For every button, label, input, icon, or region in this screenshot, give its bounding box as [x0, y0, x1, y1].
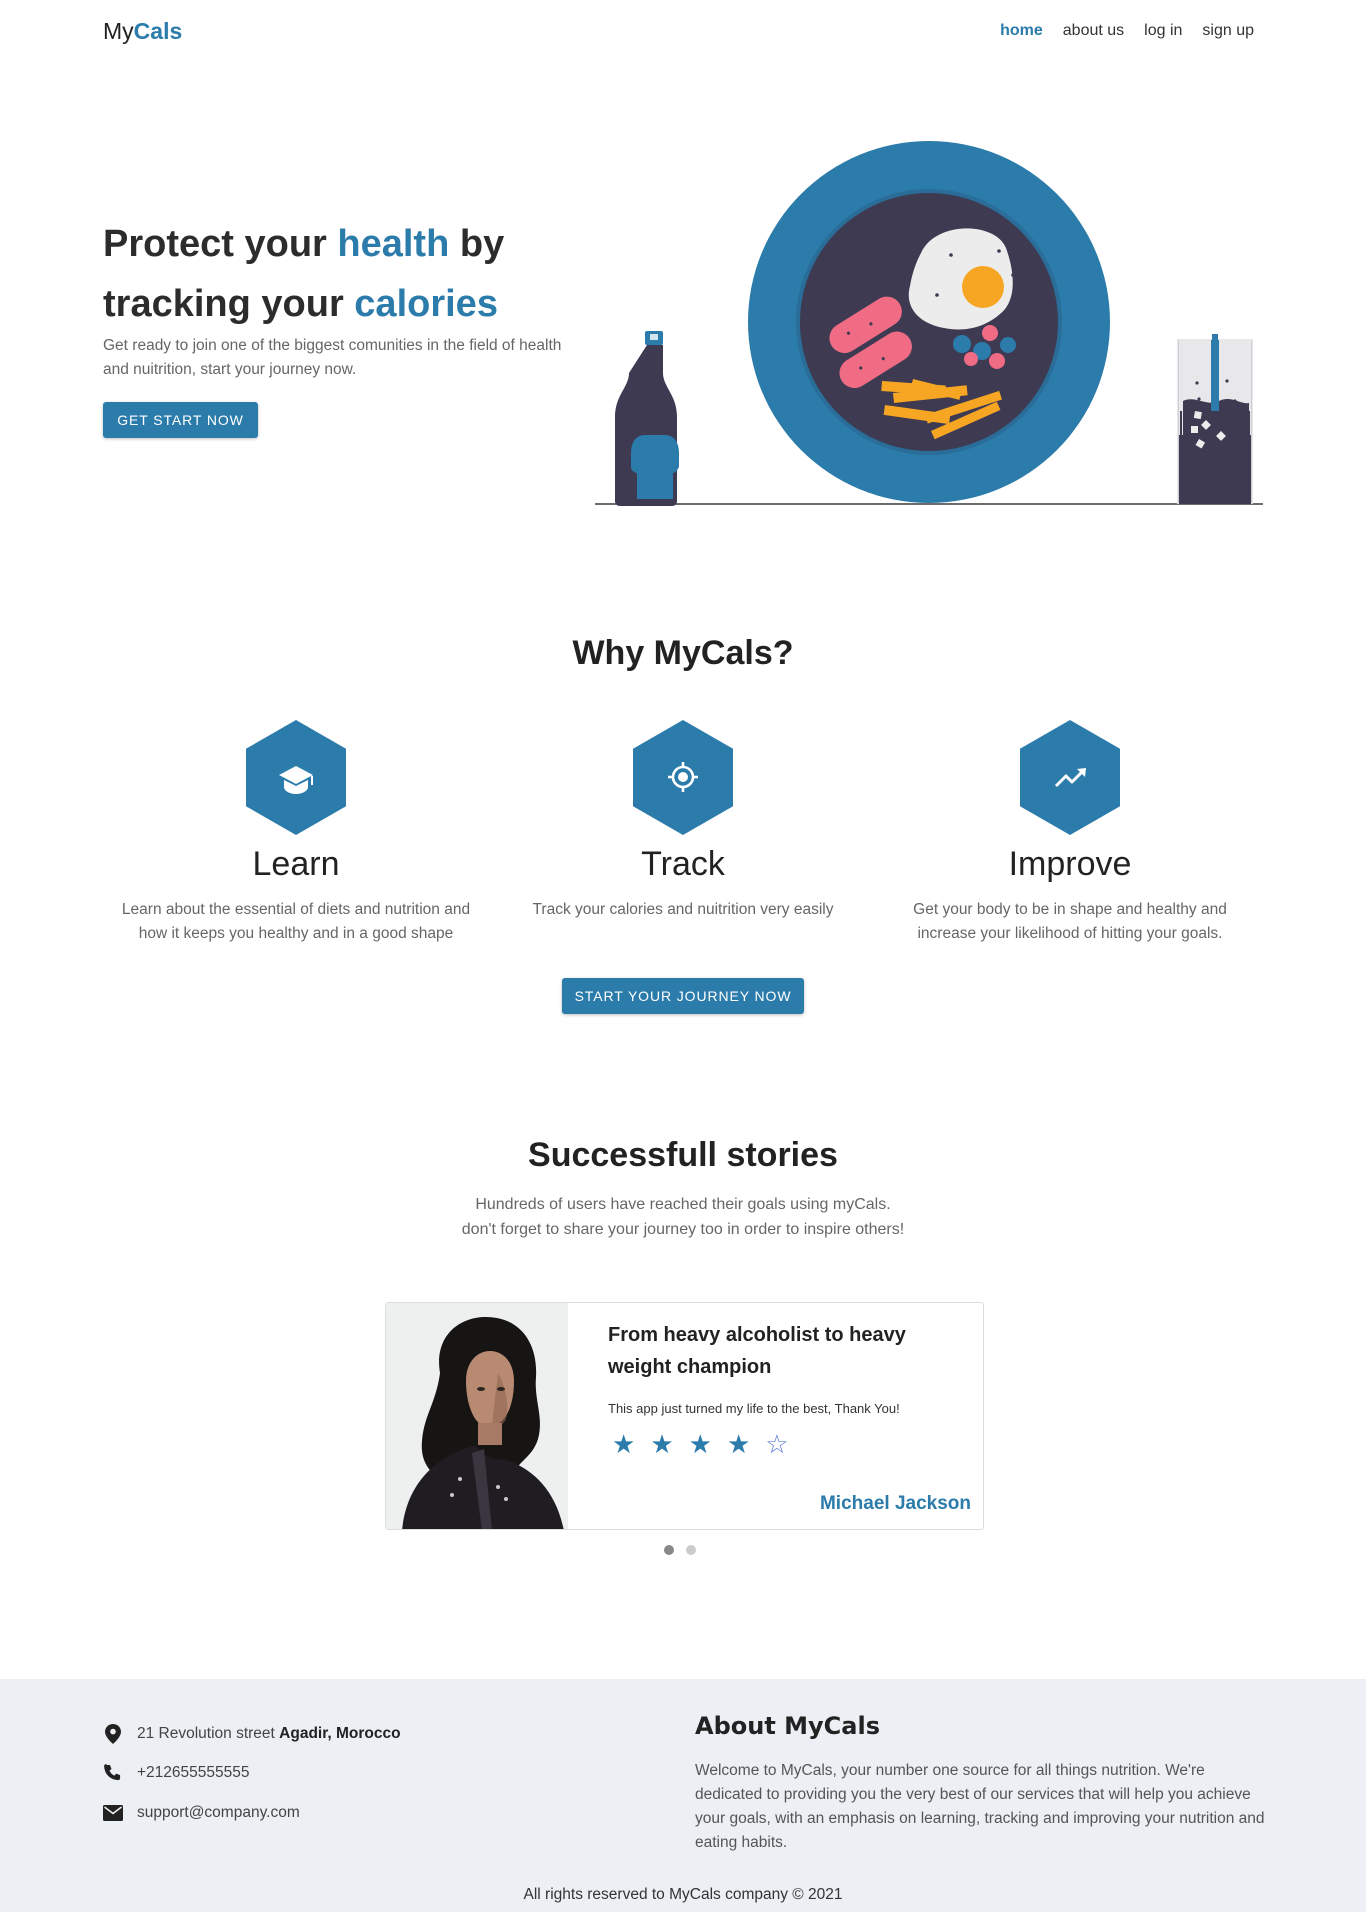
carousel-dot-2[interactable]	[686, 1545, 696, 1555]
why-title: Why MyCals?	[572, 634, 794, 672]
contact-email: support@company.com	[103, 1804, 300, 1822]
story-card[interactable]: From heavy alcoholist to heavy weight ch…	[385, 1302, 984, 1530]
graduation-cap-icon	[246, 720, 346, 835]
copyright: All rights reserved to MyCals company © …	[523, 1886, 843, 1903]
carousel-dot-1[interactable]	[664, 1545, 674, 1555]
hero-title: Protect your health by tracking your cal…	[103, 223, 505, 325]
food-illustration	[595, 141, 1263, 506]
star-filled-icon: ★	[650, 1429, 674, 1459]
phone-icon	[104, 1764, 121, 1781]
address-text: 21 Revolution street	[137, 1725, 280, 1742]
logo-accent: Cals	[133, 18, 183, 44]
hero-subtitle: Get ready to join one of the biggest com…	[103, 337, 562, 378]
crosshair-icon	[633, 720, 733, 835]
get-start-button[interactable]: GET START NOW	[103, 402, 258, 438]
feature-track: Track Track your calories and nuitrition…	[493, 720, 873, 922]
glass-illustration	[1177, 334, 1253, 504]
star-rating: ★ ★ ★ ★ ☆	[612, 1429, 789, 1460]
feature-learn: Learn Learn about the essential of diets…	[106, 720, 486, 946]
start-journey-button[interactable]: START YOUR JOURNEY NOW	[562, 978, 804, 1014]
feature-track-desc: Track your calories and nuitrition very …	[532, 901, 834, 918]
star-filled-icon: ★	[688, 1429, 712, 1459]
phone-number[interactable]: +212655555555	[137, 1764, 250, 1782]
feature-learn-title: Learn	[252, 845, 340, 883]
address-city: Agadir, Morocco	[279, 1725, 401, 1742]
logo-prefix: My	[103, 18, 134, 44]
logo[interactable]: MyCals	[103, 18, 182, 45]
feature-track-title: Track	[641, 845, 725, 883]
star-filled-icon: ★	[612, 1429, 636, 1459]
contact-address: 21 Revolution street Agadir, Morocco	[103, 1723, 401, 1745]
footer: 21 Revolution street Agadir, Morocco +21…	[0, 1679, 1366, 1912]
main-nav: home about us log in sign up	[1000, 22, 1254, 40]
star-empty-icon: ☆	[765, 1429, 789, 1459]
about-title: About MyCals	[695, 1712, 881, 1740]
about-text: Welcome to MyCals, your number one sourc…	[695, 1762, 1265, 1851]
stories-subtitle: Hundreds of users have reached their goa…	[461, 1196, 905, 1238]
email-address[interactable]: support@company.com	[137, 1804, 300, 1822]
email-icon	[103, 1805, 123, 1821]
feature-improve-desc: Get your body to be in shape and healthy…	[913, 901, 1227, 942]
nav-about-us[interactable]: about us	[1063, 22, 1124, 40]
plate-illustration	[748, 141, 1110, 503]
bottle-illustration	[615, 331, 679, 506]
contact-phone: +212655555555	[103, 1763, 250, 1783]
stories-title: Successfull stories	[528, 1136, 838, 1174]
star-filled-icon: ★	[726, 1429, 751, 1459]
feature-improve: Improve Get your body to be in shape and…	[880, 720, 1260, 946]
carousel-dots	[664, 1545, 696, 1555]
story-author: Michael Jackson	[819, 1493, 971, 1514]
story-photo	[386, 1303, 568, 1529]
story-title: From heavy alcoholist to heavy weight ch…	[608, 1324, 906, 1378]
trending-up-icon	[1020, 720, 1120, 835]
story-text: This app just turned my life to the best…	[608, 1401, 900, 1416]
nav-log-in[interactable]: log in	[1144, 22, 1182, 40]
location-pin-icon	[105, 1724, 121, 1744]
feature-learn-desc: Learn about the essential of diets and n…	[121, 901, 471, 942]
nav-sign-up[interactable]: sign up	[1202, 22, 1254, 40]
feature-improve-title: Improve	[1008, 845, 1132, 883]
nav-home[interactable]: home	[1000, 22, 1043, 40]
